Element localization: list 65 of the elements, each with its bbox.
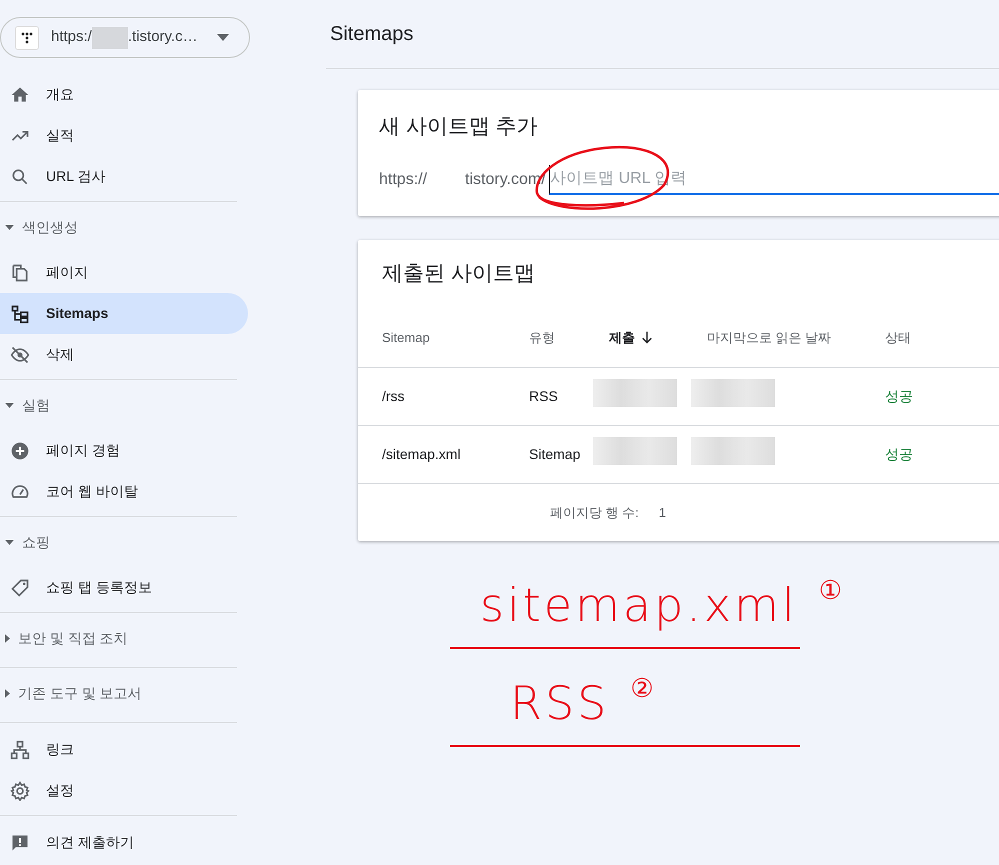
status-cell: 성공	[861, 425, 999, 483]
expanded-caret-icon	[5, 540, 14, 544]
sidebar-item[interactable]: 삭제	[0, 334, 248, 375]
sidebar-item[interactable]: 링크	[0, 729, 248, 770]
property-url: https:/	[51, 27, 92, 48]
handwritten-note: RSS	[510, 675, 610, 732]
table-cell: RSS	[505, 367, 585, 425]
card-title: 제출된 사이트맵	[381, 260, 536, 286]
sidebar-item[interactable]: 의견 제출하기	[0, 822, 248, 863]
section-label: 실험	[22, 396, 50, 414]
logo-icon	[19, 30, 35, 46]
sidebar-item[interactable]: 실적	[0, 115, 248, 156]
expanded-caret-icon	[5, 224, 14, 230]
section-label: 기존 도구 및 보고서	[18, 684, 142, 702]
settings-icon	[10, 780, 30, 800]
rows-per-page-label: 페이지당 행 수:	[550, 504, 639, 522]
section-header[interactable]: 실험	[0, 380, 237, 430]
rows-per-page-value: 1	[658, 504, 666, 522]
collapsed-caret-icon	[5, 688, 10, 698]
column-header[interactable]: 마지막으로 읽은 날짜	[707, 328, 832, 348]
url-prefix: https://	[379, 170, 428, 190]
number-mark: ②	[630, 672, 654, 705]
sidebar-item[interactable]: 페이지 경험	[0, 430, 248, 471]
property-url: .tistory.c…	[128, 27, 198, 48]
network-icon	[10, 740, 30, 760]
section-label: 색인생성	[22, 218, 78, 236]
expanded-caret-icon	[5, 402, 14, 408]
section-label: 쇼핑	[22, 532, 50, 552]
plus-circle-icon	[10, 440, 30, 460]
table-cell: /sitemap.xml	[358, 425, 505, 483]
sidebar-item[interactable]: 코어 웹 바이탈	[0, 471, 248, 512]
section-header[interactable]: 보안 및 직접 조치	[0, 613, 237, 663]
sitemap-icon	[10, 304, 30, 324]
column-header[interactable]: 제출	[609, 328, 652, 348]
sidebar-item[interactable]: 설정	[0, 770, 248, 811]
tag-icon	[10, 578, 30, 598]
home-icon	[10, 84, 30, 104]
table-cell: Sitemap	[505, 425, 585, 483]
status-cell: 성공	[861, 367, 999, 425]
hidden-icon	[10, 344, 30, 364]
sidebar-item[interactable]: 개요	[0, 74, 248, 115]
table-cell: /rss	[358, 367, 505, 425]
sidebar-item[interactable]: URL 검사	[0, 156, 248, 197]
sidebar-item[interactable]: Sitemaps	[0, 293, 248, 334]
search-icon	[10, 166, 30, 186]
redacted-block	[92, 26, 128, 48]
page-title: Sitemaps	[326, 0, 999, 69]
collapsed-caret-icon	[5, 634, 10, 642]
column-header[interactable]: 상태	[885, 328, 911, 348]
section-header[interactable]: 색인생성	[0, 202, 237, 252]
handwritten-note: sitemap.xml	[480, 577, 798, 634]
section-header[interactable]: 쇼핑	[0, 517, 237, 567]
number-mark: ①	[818, 574, 842, 607]
property-selector[interactable]: https:/ .tistory.c…	[0, 17, 250, 58]
sidebar-item[interactable]: 쇼핑 탭 등록정보	[0, 567, 248, 608]
column-header[interactable]: 유형	[529, 328, 555, 348]
sidebar-item[interactable]: 페이지	[0, 252, 248, 293]
dropdown-caret-icon	[217, 34, 229, 41]
card-title: 새 사이트맵 추가	[379, 114, 539, 140]
section-header[interactable]: 기존 도구 및 보고서	[0, 668, 237, 718]
feedback-icon	[10, 832, 30, 852]
pages-icon	[10, 262, 30, 282]
column-header[interactable]: Sitemap	[382, 328, 430, 348]
section-label: 보안 및 직접 조치	[18, 628, 128, 648]
sort-arrow-icon	[642, 331, 652, 344]
